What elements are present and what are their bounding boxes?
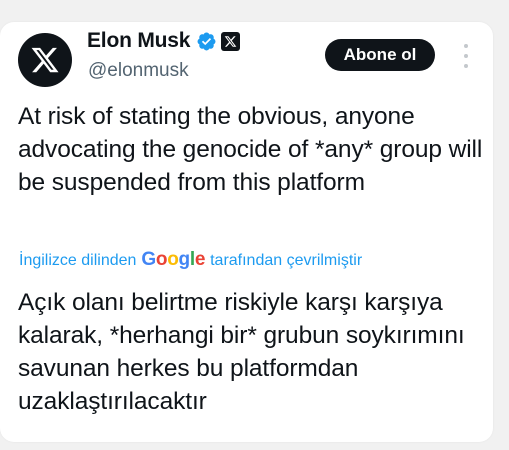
translation-attribution[interactable]: İngilizce dilinden Google tarafından çev… (19, 249, 362, 271)
tweet-card: Elon Musk @elonmusk Abone ol At risk of … (0, 22, 493, 442)
more-options-icon[interactable] (459, 44, 473, 68)
x-affiliate-badge-icon (221, 31, 241, 51)
x-logo-icon (31, 47, 59, 73)
translated-tweet-text: Açık olanı belirtme riskiyle karşı karşı… (18, 289, 465, 415)
translation-suffix: tarafından çevrilmiştir (210, 252, 363, 269)
author-name-row: Elon Musk (87, 29, 241, 53)
google-logo: Google (141, 249, 206, 270)
follow-button[interactable]: Abone ol (325, 39, 435, 71)
author-name[interactable]: Elon Musk (87, 29, 190, 53)
verified-badge-icon (196, 31, 217, 52)
tweet-text: At risk of stating the obvious, anyone a… (18, 103, 483, 196)
author-handle[interactable]: @elonmusk (88, 60, 189, 82)
translation-prefix: İngilizce dilinden (19, 252, 137, 269)
avatar[interactable] (18, 33, 72, 87)
